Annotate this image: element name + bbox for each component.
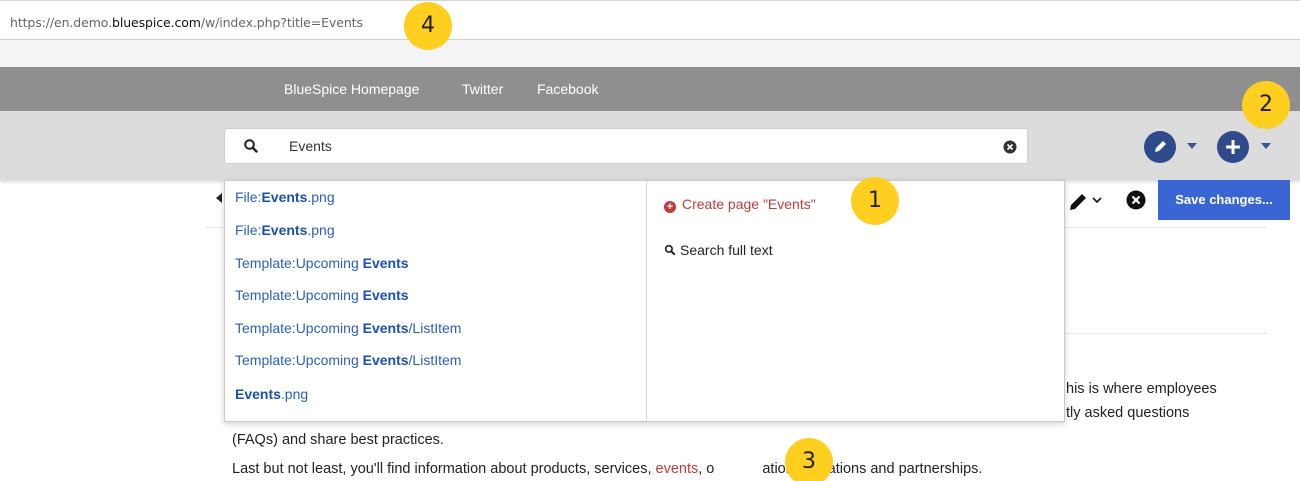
pencil-icon [1070, 194, 1102, 210]
collapse-arrow-icon[interactable] [216, 193, 222, 203]
search-full-text-action[interactable]: Search full text [664, 242, 773, 258]
url-text[interactable]: https://en.demo.bluespice.com/w/index.ph… [10, 15, 363, 30]
clear-icon[interactable] [1003, 140, 1017, 154]
suggestion-item[interactable]: File:Events.png [235, 222, 335, 238]
url-host: bluespice.com [112, 15, 201, 30]
marker-3: 3 [785, 438, 833, 481]
top-links-bar: BlueSpice Homepage Twitter Facebook [0, 67, 1300, 111]
search-header: Events [0, 111, 1300, 180]
url-prefix: https://en.demo. [10, 15, 112, 30]
edit-menu-button[interactable] [1144, 131, 1176, 163]
chevron-down-icon[interactable] [1261, 143, 1271, 149]
chevron-down-icon[interactable] [1187, 143, 1197, 149]
search-icon [244, 139, 258, 153]
search-actions: + Create page "Events" Search full text [648, 181, 1064, 421]
suggestion-item[interactable]: Events.png [235, 386, 308, 402]
link-twitter[interactable]: Twitter [462, 81, 503, 97]
content-fragment: tly asked questions [1066, 405, 1190, 421]
address-bar[interactable]: https://en.demo.bluespice.com/w/index.ph… [0, 0, 1300, 40]
search-suggestions-dropdown: File:Events.png File:Events.png Template… [224, 180, 1065, 422]
content-paragraph: Last but not least, you'll find informat… [232, 461, 983, 477]
create-menu-button[interactable] [1217, 131, 1249, 163]
content-paragraph: (FAQs) and share best practices. [232, 432, 444, 448]
suggestion-item[interactable]: File:Events.png [235, 189, 335, 205]
blank-strip [0, 40, 1300, 67]
add-circle-icon: + [664, 201, 676, 213]
link-bluespice-homepage[interactable]: BlueSpice Homepage [284, 81, 419, 97]
suggestions-list: File:Events.png File:Events.png Template… [225, 181, 647, 421]
suggestion-item[interactable]: Template:Upcoming Events/ListItem [235, 320, 461, 336]
marker-2: 2 [1242, 81, 1290, 129]
divider [1062, 333, 1268, 334]
suggestion-item[interactable]: Template:Upcoming Events [235, 287, 409, 303]
url-suffix: /w/index.php?title=Events [200, 15, 363, 30]
search-icon [664, 244, 676, 256]
search-input[interactable]: Events [224, 128, 1028, 164]
create-page-action[interactable]: + Create page "Events" [664, 196, 816, 213]
suggestion-item[interactable]: Template:Upcoming Events [235, 255, 409, 271]
marker-1: 1 [851, 177, 899, 225]
pencil-icon [1155, 141, 1166, 152]
suggestion-item[interactable]: Template:Upcoming Events/ListItem [235, 352, 461, 368]
edit-mode-menu[interactable] [1066, 188, 1110, 214]
content-fragment: his is where employees [1066, 381, 1217, 397]
events-link[interactable]: events [656, 461, 699, 477]
link-facebook[interactable]: Facebook [537, 81, 598, 97]
search-value: Events [289, 138, 332, 154]
plus-icon [1226, 140, 1240, 154]
cancel-icon[interactable] [1126, 190, 1146, 210]
save-button[interactable]: Save changes... [1158, 180, 1290, 220]
marker-4: 4 [404, 2, 452, 50]
